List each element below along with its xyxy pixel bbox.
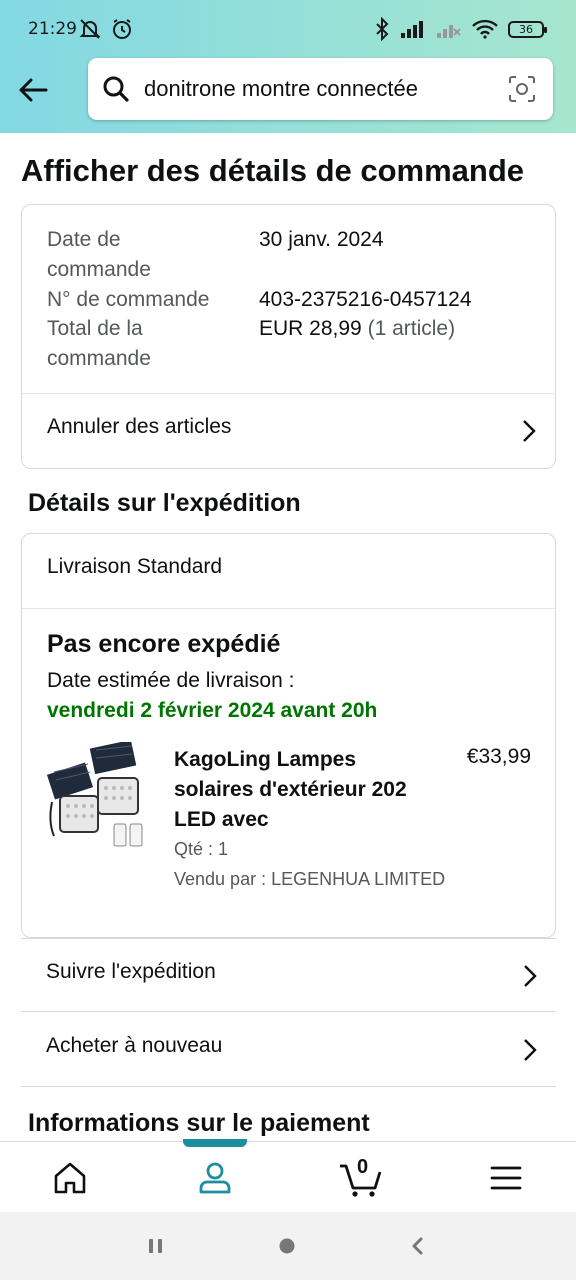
product-quantity: Qté : 1 [174, 839, 229, 859]
chevron-right-icon [524, 1039, 537, 1061]
product-title-link[interactable]: KagoLing Lampes solaires d'extérieur 202… [174, 745, 414, 835]
recent-apps-icon[interactable] [146, 1236, 166, 1256]
page-title: Afficher des détails de commande [21, 153, 525, 188]
track-shipment-label: Suivre l'expédition [46, 960, 216, 983]
home-button-icon[interactable] [277, 1236, 297, 1256]
system-nav-bar [0, 1212, 576, 1280]
order-total-label: Total de la commande [47, 317, 151, 370]
track-shipment-row[interactable]: Suivre l'expédition [21, 938, 556, 1012]
wifi-icon [472, 19, 498, 39]
order-total: EUR 28,99 (1 article) [259, 314, 455, 344]
cancel-items-row[interactable]: Annuler des articles [22, 394, 555, 468]
buy-again-row[interactable]: Acheter à nouveau [21, 1013, 556, 1087]
product-image[interactable] [44, 742, 154, 854]
buy-again-label: Acheter à nouveau [46, 1034, 223, 1057]
back-button-icon[interactable] [408, 1236, 428, 1256]
alarm-icon [113, 19, 131, 39]
signal-off-icon [437, 25, 461, 38]
divider [22, 608, 555, 609]
shipping-method: Livraison Standard [47, 555, 223, 578]
shipping-section-title: Détails sur l'expédition [28, 489, 301, 517]
order-summary-card: Date de commande 30 janv. 2024 N° de com… [21, 204, 556, 469]
menu-icon[interactable] [486, 1158, 526, 1198]
product-price: €33,99 [466, 745, 531, 768]
app-header: 21:29 36 donitrone montre connectée [0, 0, 576, 133]
order-number-label: N° de commande [47, 288, 210, 311]
home-icon[interactable] [50, 1158, 90, 1198]
shipment-status: Pas encore expédié [47, 630, 281, 658]
signal-icon [401, 21, 423, 38]
chevron-right-icon [524, 965, 537, 987]
cancel-items-label: Annuler des articles [47, 415, 232, 438]
order-item-count: (1 article) [367, 317, 456, 340]
bluetooth-icon [376, 17, 389, 41]
cart-button[interactable]: 0 [338, 1156, 384, 1198]
battery-icon: 36 [508, 20, 547, 38]
search-input[interactable]: donitrone montre connectée [144, 76, 418, 102]
shipment-card: Livraison Standard Pas encore expédié Da… [21, 533, 556, 938]
account-icon[interactable] [195, 1158, 235, 1198]
active-tab-indicator [183, 1139, 247, 1147]
order-number-value: 403-2375216-0457124 [259, 288, 472, 311]
order-date-value: 30 janv. 2024 [259, 228, 384, 251]
payment-section-title: Informations sur le paiement [28, 1109, 370, 1137]
status-bar: 21:29 36 [0, 0, 576, 58]
search-icon [103, 76, 129, 102]
estimated-delivery-label: Date estimée de livraison : [47, 669, 295, 692]
order-total-value: EUR 28,99 [259, 317, 362, 340]
product-seller: Vendu par : LEGENHUA LIMITED [174, 869, 446, 889]
camera-search-icon[interactable] [507, 74, 537, 104]
status-time: 21:29 [28, 19, 77, 39]
back-arrow-icon[interactable] [14, 70, 54, 110]
chevron-right-icon [523, 420, 536, 442]
search-bar[interactable]: donitrone montre connectée [88, 58, 553, 120]
muted-bell-icon [79, 19, 101, 39]
order-date-label: Date de commande [47, 228, 151, 281]
estimated-delivery-date: vendredi 2 février 2024 avant 20h [47, 699, 378, 722]
cart-count: 0 [357, 1156, 369, 1178]
bottom-nav: 0 [0, 1141, 576, 1212]
